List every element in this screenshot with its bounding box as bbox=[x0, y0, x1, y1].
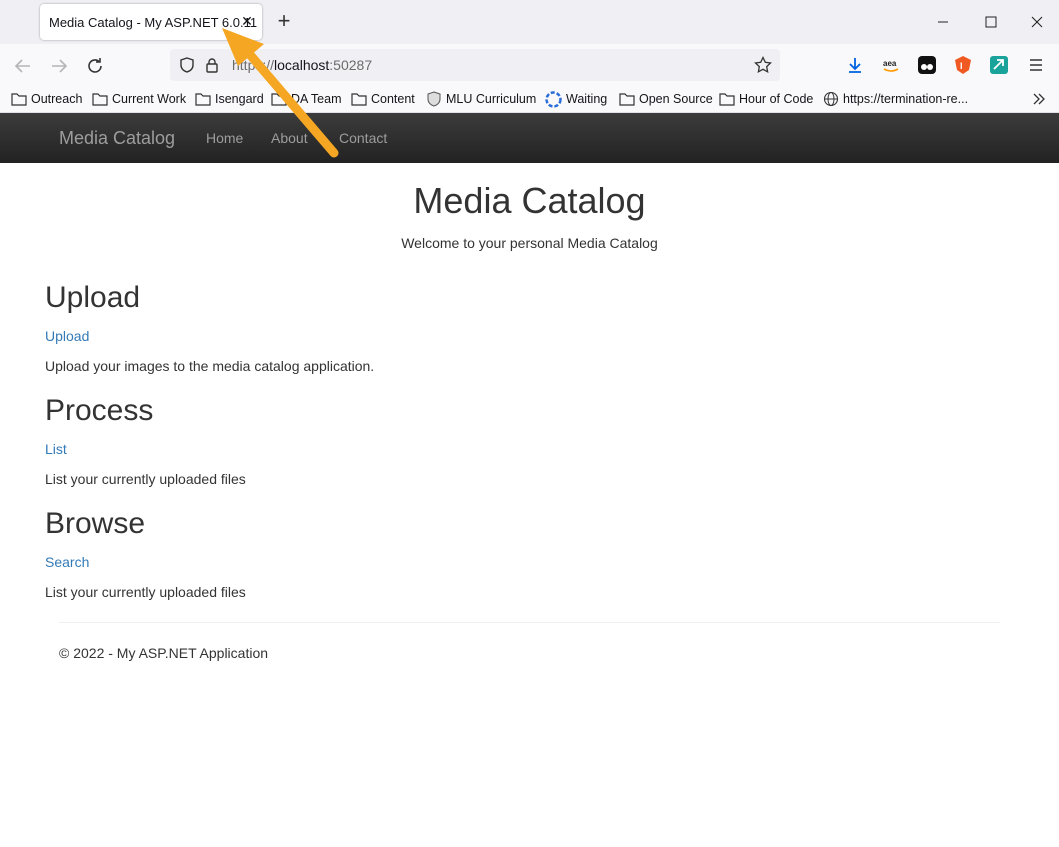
url-host: localhost bbox=[274, 57, 330, 73]
list-link[interactable]: List bbox=[45, 441, 67, 457]
bookmark-label: MLU Curriculum bbox=[446, 92, 537, 106]
bookmark-label: Waiting bbox=[566, 92, 608, 106]
bookmark-waiting[interactable]: Waiting bbox=[545, 90, 607, 108]
folder-icon bbox=[271, 93, 287, 106]
url-scheme: https:// bbox=[232, 57, 275, 73]
browser-tab[interactable]: Media Catalog - My ASP.NET 6.0.11 ✕ bbox=[40, 4, 262, 40]
nav-contact[interactable]: Contact bbox=[339, 130, 387, 146]
address-bar[interactable]: https://localhost:50287 bbox=[170, 49, 780, 81]
menu-icon[interactable] bbox=[1026, 55, 1046, 75]
section-desc-upload: Upload your images to the media catalog … bbox=[45, 358, 375, 374]
star-icon[interactable] bbox=[754, 56, 772, 74]
bookmark-da-team[interactable]: DA Team bbox=[271, 90, 342, 108]
bookmark-label: Isengard bbox=[215, 92, 264, 106]
upload-link[interactable]: Upload bbox=[45, 328, 89, 344]
back-icon[interactable] bbox=[11, 54, 35, 78]
url-port: :50287 bbox=[329, 57, 373, 73]
minimize-icon[interactable] bbox=[928, 8, 958, 36]
bookmark-label: Outreach bbox=[31, 92, 83, 106]
footer-text: © 2022 - My ASP.NET Application bbox=[59, 645, 269, 661]
bookmark-label: Content bbox=[371, 92, 415, 106]
bookmark-outreach[interactable]: Outreach bbox=[11, 90, 82, 108]
search-link[interactable]: Search bbox=[45, 554, 89, 570]
section-heading-upload: Upload bbox=[45, 281, 141, 314]
bookmark-label: Open Source bbox=[639, 92, 713, 106]
bookmark-mlu-curriculum[interactable]: MLU Curriculum bbox=[426, 90, 536, 108]
amazon-icon[interactable]: aea bbox=[881, 55, 901, 75]
browser-toolbar: https://localhost:50287 aea I bbox=[0, 44, 1059, 86]
lock-icon[interactable] bbox=[204, 56, 220, 74]
section-heading-browse: Browse bbox=[45, 507, 146, 540]
chevron-right-double-icon[interactable] bbox=[1031, 91, 1047, 107]
section-heading-process: Process bbox=[45, 394, 154, 427]
folder-icon bbox=[11, 93, 27, 106]
reload-icon[interactable] bbox=[83, 54, 107, 78]
forward-icon[interactable] bbox=[47, 54, 71, 78]
bookmark-label: https://termination-re... bbox=[843, 92, 969, 106]
folder-icon bbox=[351, 93, 367, 106]
page-subtitle: Welcome to your personal Media Catalog bbox=[401, 235, 658, 251]
svg-text:aea: aea bbox=[883, 59, 897, 68]
site-brand[interactable]: Media Catalog bbox=[59, 128, 175, 149]
bookmark-isengard[interactable]: Isengard bbox=[195, 90, 264, 108]
nav-about[interactable]: About bbox=[271, 130, 308, 146]
bookmark-open-source[interactable]: Open Source bbox=[619, 90, 713, 108]
url-text[interactable]: https://localhost:50287 bbox=[232, 57, 372, 73]
folder-icon bbox=[719, 93, 735, 106]
shield-icon[interactable] bbox=[178, 56, 196, 74]
extension-icon[interactable] bbox=[989, 55, 1009, 75]
bookmark-current-work[interactable]: Current Work bbox=[92, 90, 186, 108]
svg-text:I: I bbox=[960, 61, 963, 71]
new-tab-button[interactable]: + bbox=[274, 10, 294, 34]
close-tab-icon[interactable]: ✕ bbox=[239, 12, 255, 30]
folder-icon bbox=[92, 93, 108, 106]
bookmark-label: Current Work bbox=[112, 92, 187, 106]
bookmark-label: DA Team bbox=[291, 92, 342, 106]
section-desc-process: List your currently uploaded files bbox=[45, 471, 246, 487]
footer-divider bbox=[59, 622, 1000, 623]
bookmark-label: Hour of Code bbox=[739, 92, 814, 106]
tab-strip: Media Catalog - My ASP.NET 6.0.11 ✕ + bbox=[0, 0, 1059, 44]
bookmark-termination[interactable]: https://termination-re... bbox=[823, 90, 968, 108]
mlu-shield-icon bbox=[427, 91, 441, 107]
bookmarks-bar: Outreach Current Work Isengard DA Team C… bbox=[0, 86, 1059, 113]
bookmark-hour-of-code[interactable]: Hour of Code bbox=[719, 90, 813, 108]
globe-icon bbox=[823, 91, 839, 107]
close-window-icon[interactable] bbox=[1022, 8, 1052, 36]
tab-title: Media Catalog - My ASP.NET 6.0.11 bbox=[49, 15, 258, 30]
brave-icon[interactable]: I bbox=[953, 55, 973, 75]
tampermonkey-icon[interactable] bbox=[917, 55, 937, 75]
spinner-icon bbox=[545, 90, 562, 108]
download-icon[interactable] bbox=[845, 55, 865, 75]
folder-icon bbox=[195, 93, 211, 106]
page-title: Media Catalog bbox=[413, 180, 646, 221]
maximize-icon[interactable] bbox=[976, 8, 1006, 36]
nav-home[interactable]: Home bbox=[206, 130, 243, 146]
site-navbar: Media Catalog Home About Contact bbox=[0, 113, 1059, 163]
section-desc-browse: List your currently uploaded files bbox=[45, 584, 246, 600]
bookmark-content[interactable]: Content bbox=[351, 90, 415, 108]
folder-icon bbox=[619, 93, 635, 106]
